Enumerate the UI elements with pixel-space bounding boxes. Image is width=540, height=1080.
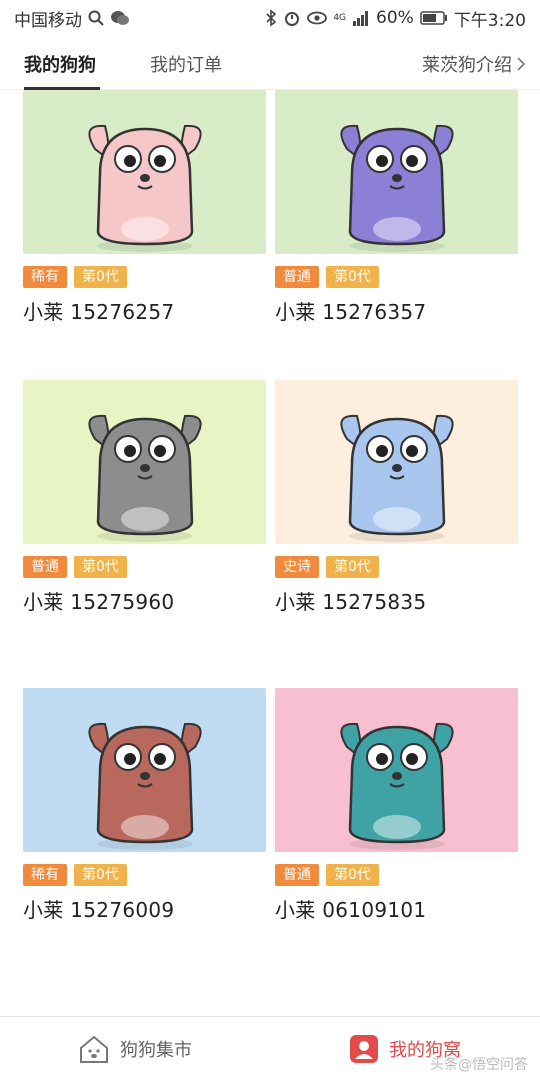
dog-image[interactable] xyxy=(23,380,266,544)
clock-time: 下午3:20 xyxy=(453,10,526,31)
status-bar: 中国移动 4G 60% 下午3:20 xyxy=(0,0,540,36)
search-icon xyxy=(88,10,104,26)
dog-image[interactable] xyxy=(275,90,518,254)
intro-link[interactable]: 莱茨狗介绍 xyxy=(422,51,540,77)
battery-percent: 60% xyxy=(376,8,414,28)
tab-my-orders[interactable]: 我的订单 xyxy=(96,38,222,90)
dog-image[interactable] xyxy=(275,688,518,852)
generation-badge: 第0代 xyxy=(326,864,379,886)
dog-name: 小莱 15275960 xyxy=(23,590,175,614)
rarity-badge: 稀有 xyxy=(23,864,67,886)
generation-badge: 第0代 xyxy=(326,266,379,288)
dog-card[interactable]: 史诗 第0代小莱 15275835 xyxy=(275,380,518,615)
dog-badges: 普通 第0代 xyxy=(275,266,518,288)
bluetooth-icon xyxy=(265,9,277,27)
dog-name: 小莱 15275835 xyxy=(275,590,427,614)
generation-badge: 第0代 xyxy=(326,556,379,578)
top-tab-bar: 我的狗狗 我的订单 莱茨狗介绍 xyxy=(0,38,540,90)
dog-grid: 稀有 第0代 小莱 15276257 普通 第0代 小莱 15276357 普通 第0代 小莱 … xyxy=(0,90,540,1016)
intro-link-label: 莱茨狗介绍 xyxy=(422,54,512,76)
dog-card[interactable]: 稀有 第0代小莱 15276009 xyxy=(23,688,266,923)
generation-badge: 第0代 xyxy=(74,864,127,886)
dog-badges: 普通 第0代 xyxy=(23,556,266,578)
rarity-badge: 普通 xyxy=(275,266,319,288)
rarity-badge: 普通 xyxy=(275,864,319,886)
dog-name: 小莱 15276257 xyxy=(23,300,175,324)
dog-name: 小莱 06109101 xyxy=(275,898,427,922)
dog-card[interactable]: 普通 第0代小莱 15275960 xyxy=(23,380,266,615)
dog-image[interactable] xyxy=(275,380,518,544)
carrier-label: 中国移动 xyxy=(14,10,82,31)
battery-icon xyxy=(420,11,448,25)
watermark: 头条@悟空问答 xyxy=(430,1057,528,1073)
dog-card[interactable]: 普通 第0代小莱 06109101 xyxy=(275,688,518,923)
generation-badge: 第0代 xyxy=(74,556,127,578)
bottom-nav: 狗狗集市 我的狗窝 头条@悟空问答 xyxy=(0,1016,540,1080)
rarity-badge: 史诗 xyxy=(275,556,319,578)
dog-name: 小莱 15276009 xyxy=(23,898,175,922)
dog-house-icon xyxy=(78,1034,110,1064)
dog-badges: 稀有 第0代 xyxy=(23,266,266,288)
dog-card[interactable]: 普通 第0代小莱 15276357 xyxy=(275,90,518,325)
tab-my-dogs[interactable]: 我的狗狗 xyxy=(0,38,100,90)
dog-image[interactable] xyxy=(23,688,266,852)
chevron-right-icon xyxy=(516,56,526,72)
nav-dog-market[interactable]: 狗狗集市 xyxy=(0,1017,270,1080)
signal-icon xyxy=(352,10,370,26)
dog-image[interactable] xyxy=(23,90,266,254)
wechat-icon xyxy=(110,10,130,26)
rarity-badge: 稀有 xyxy=(23,266,67,288)
dog-card[interactable]: 稀有 第0代小莱 15276257 xyxy=(23,90,266,325)
network-type: 4G xyxy=(333,12,347,23)
generation-badge: 第0代 xyxy=(74,266,127,288)
nav-dog-market-label: 狗狗集市 xyxy=(120,1039,192,1061)
dog-badges: 普通 第0代 xyxy=(275,864,518,886)
eye-icon xyxy=(307,11,328,25)
alarm-icon xyxy=(283,9,301,27)
dog-name: 小莱 15276357 xyxy=(275,300,427,324)
dog-badges: 稀有 第0代 xyxy=(23,864,266,886)
rarity-badge: 普通 xyxy=(23,556,67,578)
dog-badges: 史诗 第0代 xyxy=(275,556,518,578)
user-profile-icon xyxy=(349,1034,379,1064)
